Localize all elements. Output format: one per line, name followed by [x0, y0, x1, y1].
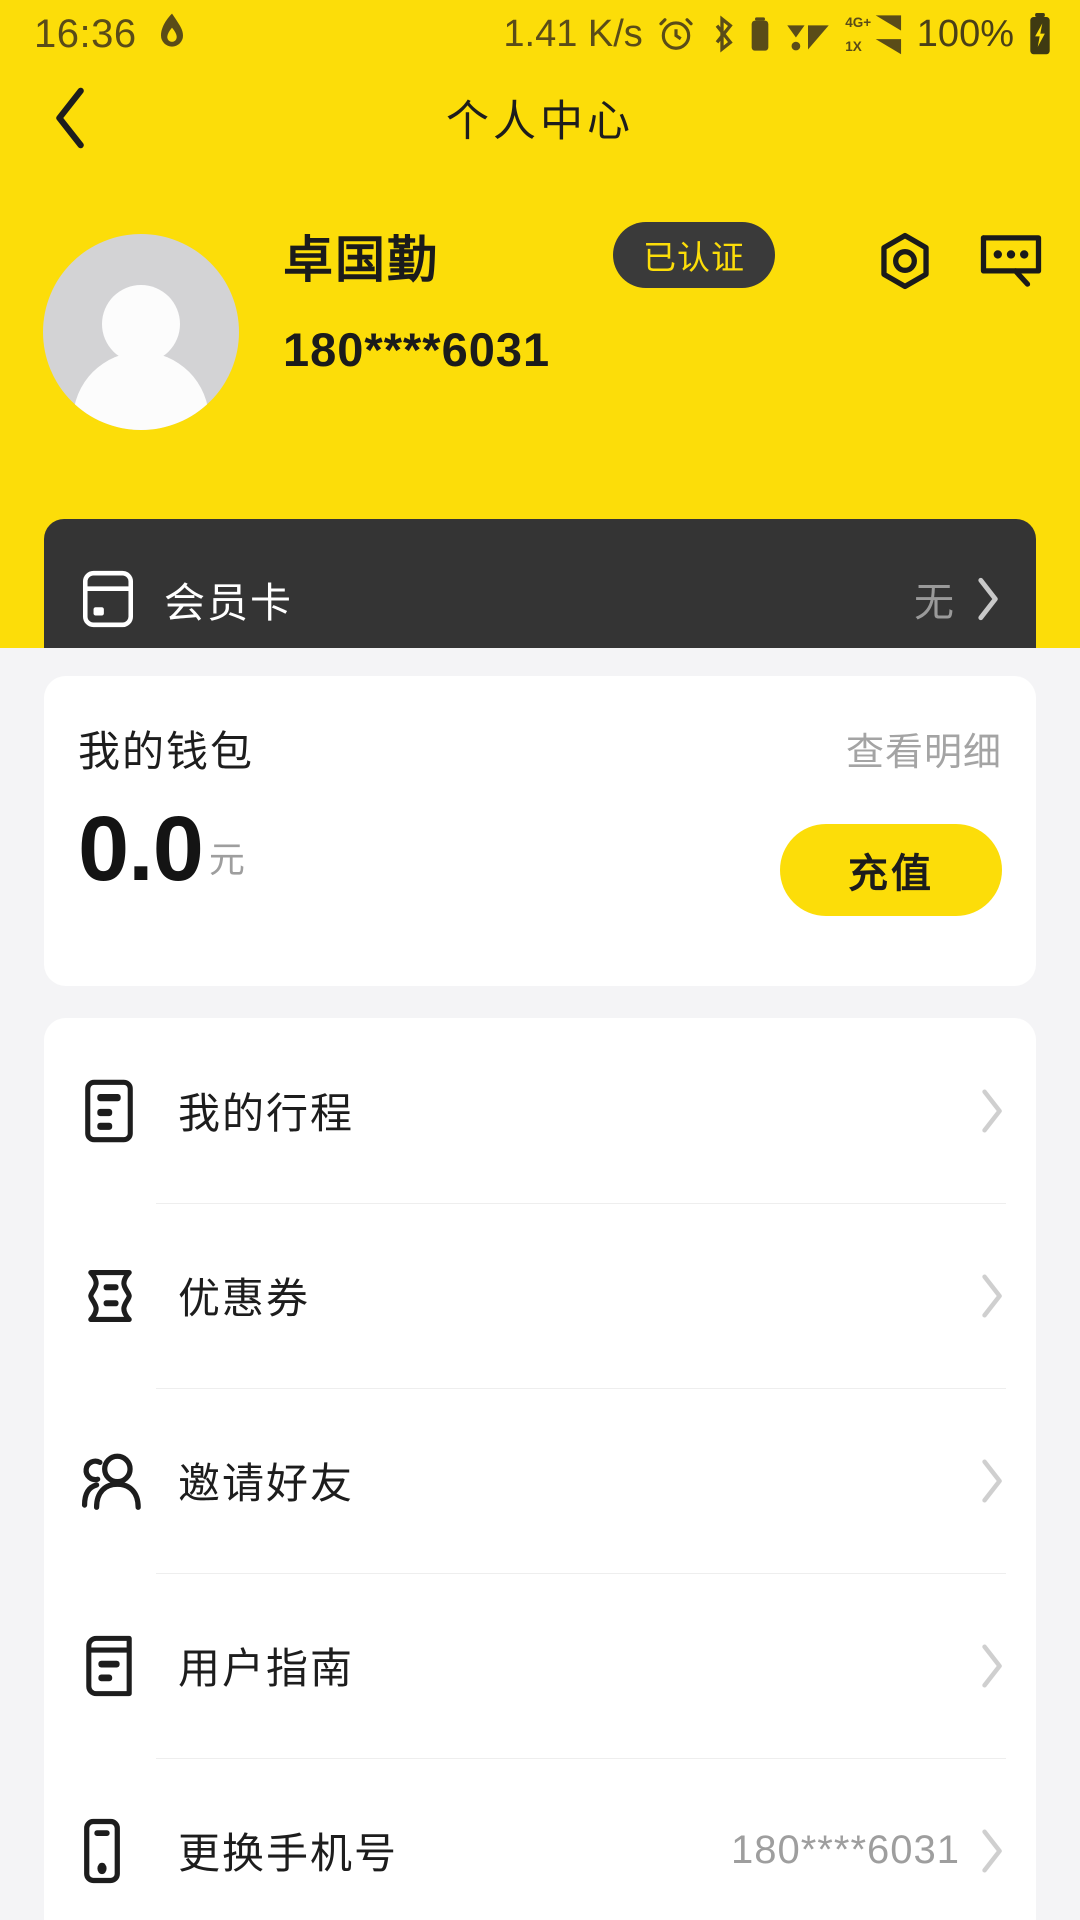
chevron-left-icon: [48, 85, 94, 151]
personal-center-screen: 16:36 1.41 K/s 4G+ 1X 100% 个人中心 卓国勤 已认证 …: [0, 0, 1080, 1920]
chevron-right-icon: [976, 1640, 1006, 1692]
list-item-label: 更换手机号: [178, 1830, 399, 1877]
wallet-card: 我的钱包 查看明细 0.0 元 充值: [44, 676, 1036, 986]
status-badge[interactable]: 已认证: [613, 222, 775, 288]
list-document-icon: [78, 1077, 152, 1145]
wallet-detail-link[interactable]: 查看明细: [846, 721, 1002, 776]
chevron-right-icon: [976, 1270, 1006, 1322]
status-time: 16:36: [34, 11, 137, 56]
chat-bubble-icon: [978, 232, 1044, 290]
user-name: 卓国勤: [283, 232, 439, 288]
network-speed: 1.41 K/s: [503, 12, 643, 55]
chevron-right-icon: [976, 1455, 1006, 1507]
list-item[interactable]: 更换手机号 180****6031: [44, 1758, 1036, 1920]
wallet-header: 我的钱包 查看明细: [78, 718, 1002, 779]
list-item-right: [960, 1455, 1006, 1507]
card-icon: [78, 568, 138, 630]
bluetooth-battery-icon: [749, 14, 771, 54]
nav-bar: 个人中心: [0, 68, 1080, 168]
ticket-icon: [78, 1264, 152, 1328]
list-item[interactable]: 用户指南: [44, 1573, 1036, 1758]
phone-icon: [78, 1816, 152, 1886]
messages-button[interactable]: [978, 228, 1044, 294]
wallet-balance-amount: 0.0: [78, 798, 204, 900]
list-item-right: [960, 1085, 1006, 1137]
list-item-value: 180****6031: [731, 1828, 960, 1872]
battery-charging-icon: [1028, 13, 1052, 55]
list-item-right: 180****6031: [731, 1825, 1006, 1877]
hero-actions: [872, 228, 1044, 294]
list-item-right: [960, 1640, 1006, 1692]
back-button[interactable]: [36, 83, 106, 153]
hexagon-settings-icon: [874, 230, 936, 292]
svg-text:1X: 1X: [845, 39, 862, 54]
profile-section: 卓国勤 已认证 180****6031: [0, 202, 1080, 430]
battery-percent: 100%: [916, 12, 1014, 55]
member-card-row[interactable]: 会员卡 无: [44, 519, 1036, 648]
chevron-right-icon: [972, 574, 1002, 624]
svg-text:4G+: 4G+: [845, 15, 871, 30]
alarm-clock-icon: [657, 15, 695, 53]
list-item[interactable]: 邀请好友: [44, 1388, 1036, 1573]
member-card-right: 无: [914, 570, 1002, 628]
bluetooth-icon: [709, 14, 735, 54]
friends-icon: [78, 1450, 152, 1512]
avatar[interactable]: [43, 234, 239, 430]
status-bar-right: 1.41 K/s 4G+ 1X 100%: [503, 12, 1052, 56]
member-card-value: 无: [914, 581, 954, 625]
list-item-label: 优惠券: [178, 1275, 311, 1322]
member-card-label: 会员卡: [164, 580, 293, 626]
list-item-label: 邀请好友: [178, 1460, 355, 1507]
chevron-right-icon: [976, 1825, 1006, 1877]
list-item[interactable]: 我的行程: [44, 1018, 1036, 1203]
page-title: 个人中心: [446, 98, 634, 146]
list-item-right: [960, 1270, 1006, 1322]
chevron-right-icon: [976, 1085, 1006, 1137]
settings-button[interactable]: [872, 228, 938, 294]
list-item-label: 用户指南: [178, 1645, 355, 1692]
recharge-button[interactable]: 充值: [780, 824, 1002, 916]
wallet-title: 我的钱包: [78, 728, 255, 775]
status-bar-left: 16:36: [34, 12, 191, 57]
hero-header: 16:36 1.41 K/s 4G+ 1X 100% 个人中心 卓国勤 已认证 …: [0, 0, 1080, 648]
book-icon: [78, 1632, 152, 1700]
user-phone: 180****6031: [283, 323, 551, 376]
wallet-balance-unit: 元: [208, 839, 245, 881]
wifi-icon: [785, 15, 831, 53]
status-bar: 16:36 1.41 K/s 4G+ 1X 100%: [0, 0, 1080, 68]
list-item-label: 我的行程: [178, 1090, 355, 1137]
menu-list: 我的行程 优惠券 邀请好友 用户指南 更换手机号 180****6031: [44, 1018, 1036, 1920]
wallet-balance: 0.0 元: [78, 798, 245, 900]
list-item[interactable]: 优惠券: [44, 1203, 1036, 1388]
signal-bars-icon: 4G+ 1X: [845, 12, 903, 56]
flame-icon: [153, 12, 191, 56]
